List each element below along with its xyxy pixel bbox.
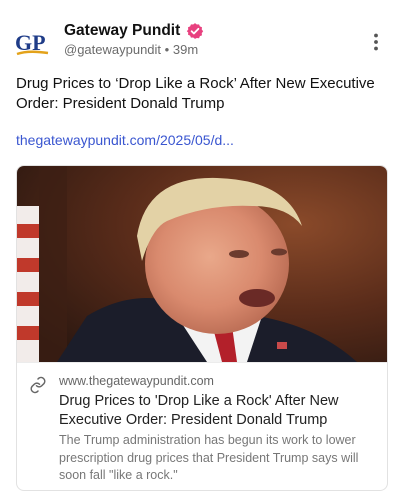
- meta-separator: •: [164, 42, 170, 57]
- post-card: GP Gateway Pundit @gatewaypundit • 39m D…: [0, 0, 403, 500]
- preview-body: www.thegatewaypundit.com Drug Prices to …: [17, 362, 387, 490]
- link-icon: [30, 376, 46, 394]
- author-block: Gateway Pundit @gatewaypundit • 39m: [64, 22, 204, 57]
- preview-domain: www.thegatewaypundit.com: [59, 374, 214, 388]
- preview-title[interactable]: Drug Prices to 'Drop Like a Rock' After …: [59, 392, 377, 430]
- author-handle[interactable]: @gatewaypundit: [64, 42, 161, 57]
- author-name[interactable]: Gateway Pundit: [64, 22, 180, 40]
- post-link[interactable]: thegatewaypundit.com/2025/05/d...: [16, 132, 234, 148]
- preview-description: The Trump administration has begun its w…: [59, 433, 359, 482]
- link-preview-card[interactable]: www.thegatewaypundit.com Drug Prices to …: [16, 165, 388, 491]
- preview-image: [17, 166, 387, 362]
- post-time[interactable]: 39m: [173, 42, 198, 57]
- verified-badge-icon: [187, 23, 204, 39]
- avatar[interactable]: GP: [14, 28, 54, 58]
- more-vertical-icon[interactable]: [366, 32, 386, 52]
- post-text: Drug Prices to ‘Drop Like a Rock’ After …: [16, 75, 375, 112]
- post-meta: @gatewaypundit • 39m: [64, 42, 204, 57]
